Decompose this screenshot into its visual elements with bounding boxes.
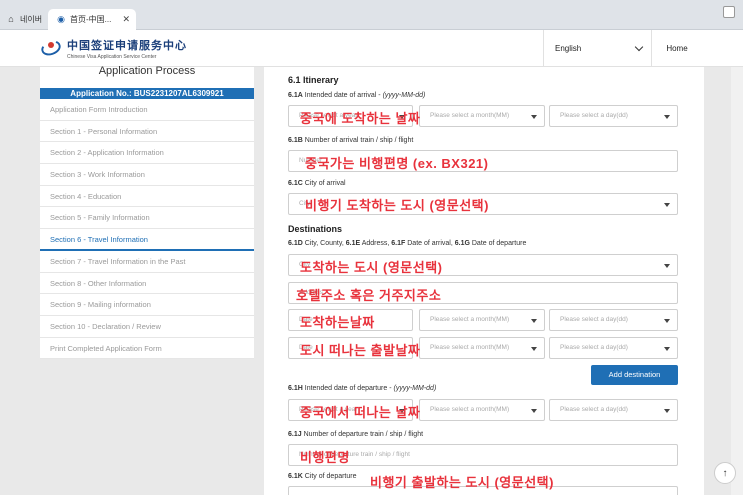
label-6-1a: 6.1A Intended date of arrival - (yyyy-MM… [288, 92, 426, 99]
label-6-1b: 6.1B Number of arrival train / ship / fl… [288, 137, 414, 144]
dropdown-caret-icon [531, 115, 537, 119]
window-control-icon[interactable] [723, 6, 735, 18]
scroll-to-top-button[interactable]: ↑ [714, 462, 736, 484]
dropdown-caret-icon [531, 409, 537, 413]
add-destination-button[interactable]: Add destination [591, 365, 678, 385]
logo-chinese-name: 中国签证申请服务中心 [67, 39, 187, 52]
browser-tab-bar: ⌂ 네이버 ◉ 首页-中国... ✕ [0, 0, 743, 30]
annotation-destination-city: 도착하는 도시 (영문선택) [300, 260, 443, 275]
destination-departure-month-select[interactable]: Please select a month(MM) [419, 337, 545, 359]
tab-label: 首页-中国... [70, 15, 112, 24]
close-icon[interactable]: ✕ [122, 14, 130, 25]
sidebar-item-section-1[interactable]: Section 1 - Personal Information [40, 121, 254, 143]
sidebar-item-section-2[interactable]: Section 2 - Application Information [40, 142, 254, 165]
page-scrollbar[interactable] [731, 67, 743, 495]
sidebar-title: Application Process [40, 66, 254, 88]
annotation-departure-date: 중국에서 떠나는 날짜 [300, 405, 421, 420]
annotation-destination-arrival: 도착하는날짜 [300, 315, 375, 330]
site-logo[interactable]: 中国签证申请服务中心 Chinese Visa Application Serv… [39, 37, 187, 60]
sidebar-item-section-3[interactable]: Section 3 - Work Information [40, 164, 254, 186]
application-process-sidebar: Application Process Application No.: BUS… [40, 66, 254, 360]
sidebar-item-print[interactable]: Print Completed Application Form [40, 338, 254, 360]
destinations-heading: Destinations [288, 224, 343, 234]
site-icon: ◉ [57, 14, 65, 24]
section-list: Application Form Introduction Section 1 … [40, 99, 254, 360]
label-6-1c: 6.1C City of arrival [288, 180, 346, 187]
visa-center-emblem-icon [39, 37, 63, 60]
tab-label: 네이버 [20, 14, 43, 24]
destination-arrival-month-select[interactable]: Please select a month(MM) [419, 309, 545, 331]
dropdown-caret-icon [664, 115, 670, 119]
dropdown-caret-icon [664, 203, 670, 207]
application-number: Application No.: BUS2231207AL6309921 [40, 88, 254, 99]
annotation-arrival-city: 비행기 도착하는 도시 (영문선택) [305, 198, 489, 213]
sidebar-item-section-5[interactable]: Section 5 - Family Information [40, 207, 254, 230]
language-value: English [555, 44, 582, 53]
destination-departure-day-select[interactable]: Please select a day(dd) [549, 337, 678, 359]
language-select[interactable]: English [543, 30, 652, 67]
arrival-month-select[interactable]: Please select a month(MM) [419, 105, 545, 127]
departure-month-select[interactable]: Please select a month(MM) [419, 399, 545, 421]
arrow-up-icon: ↑ [722, 467, 728, 479]
sidebar-item-section-9[interactable]: Section 9 - Mailing information [40, 294, 254, 316]
browser-tab-visa-center[interactable]: ◉ 首页-中国... ✕ [48, 9, 136, 30]
sidebar-item-section-8[interactable]: Section 8 - Other Information [40, 273, 254, 295]
chevron-down-icon [634, 42, 644, 52]
destination-arrival-day-select[interactable]: Please select a day(dd) [549, 309, 678, 331]
dropdown-caret-icon [531, 319, 537, 323]
label-6-1h: 6.1H Intended date of departure - (yyyy-… [288, 385, 437, 392]
annotation-destination-departure: 도시 떠나는 출발날짜 [300, 343, 421, 358]
departure-day-select[interactable]: Please select a day(dd) [549, 399, 678, 421]
logo-english-name: Chinese Visa Application Service Center [67, 54, 157, 60]
annotation-arrival-flight: 중국가는 비행편명 (ex. BX321) [305, 156, 489, 171]
home-icon: ⌂ [8, 14, 14, 24]
label-destinations: 6.1D City, County, 6.1E Address, 6.1F Da… [288, 240, 527, 247]
site-header: 中国签证申请服务中心 Chinese Visa Application Serv… [0, 30, 743, 67]
sidebar-item-section-4[interactable]: Section 4 - Education [40, 186, 254, 208]
home-link[interactable]: Home [652, 30, 702, 67]
sidebar-item-introduction[interactable]: Application Form Introduction [40, 99, 254, 121]
browser-tab-naver[interactable]: ⌂ 네이버 [6, 8, 44, 30]
annotation-departure-flight: 비행편명 [300, 450, 350, 465]
dropdown-caret-icon [664, 319, 670, 323]
dropdown-caret-icon [664, 264, 670, 268]
dropdown-caret-icon [664, 347, 670, 351]
dropdown-caret-icon [531, 347, 537, 351]
annotation-address: 호텔주소 혹은 거주지주소 [296, 288, 442, 303]
label-6-1k: 6.1K City of departure [288, 473, 357, 480]
label-6-1j: 6.1J Number of departure train / ship / … [288, 431, 424, 438]
annotation-arrival-date: 중국에 도착하는 날짜 [300, 111, 421, 126]
sidebar-item-section-10[interactable]: Section 10 - Declaration / Review [40, 316, 254, 338]
dropdown-caret-icon [664, 409, 670, 413]
itinerary-heading: 6.1 Itinerary [288, 75, 339, 85]
arrival-day-select[interactable]: Please select a day(dd) [549, 105, 678, 127]
sidebar-item-section-6[interactable]: Section 6 - Travel Information [40, 229, 254, 251]
sidebar-item-section-7[interactable]: Section 7 - Travel Information in the Pa… [40, 251, 254, 273]
annotation-departure-city: 비행기 출발하는 도시 (영문선택) [370, 475, 554, 490]
travel-information-form: 6.1 Itinerary 6.1A Intended date of arri… [264, 67, 704, 495]
